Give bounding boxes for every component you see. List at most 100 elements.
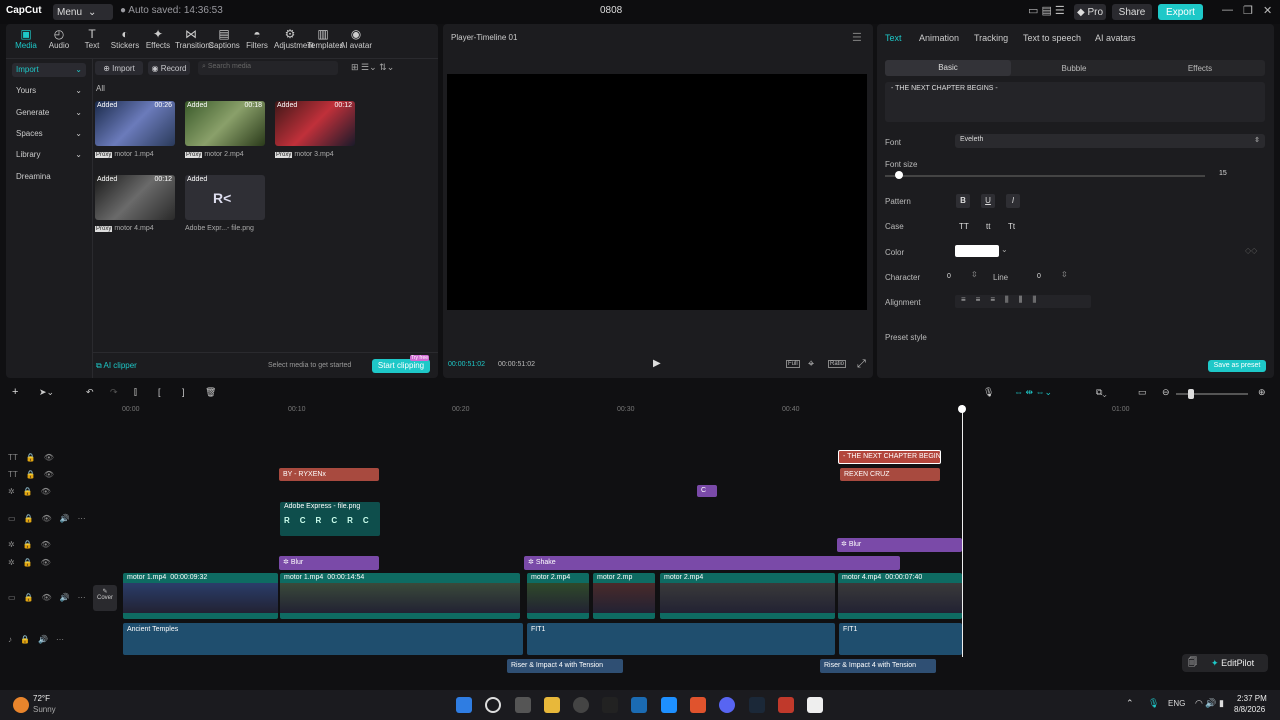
slider-handle[interactable] — [895, 171, 903, 179]
playhead-handle[interactable] — [958, 405, 966, 413]
text-clip-rexen[interactable]: REXEN CRUZ — [840, 468, 940, 481]
sfx-clip-2[interactable]: Riser & Impact 4 with Tension — [820, 659, 936, 673]
export-button[interactable]: Export — [1158, 4, 1203, 20]
sfx-clip-1[interactable]: Riser & Impact 4 with Tension — [507, 659, 623, 673]
select-tool-icon[interactable]: ➤⌄ — [39, 387, 54, 398]
subtab-effects[interactable]: Effects — [1137, 64, 1263, 73]
share-button[interactable]: Share — [1112, 4, 1152, 20]
video-preview[interactable] — [447, 74, 867, 310]
delete-icon[interactable]: 🗑 — [205, 387, 216, 398]
snap-icon[interactable]: ⧉⌄ — [1096, 387, 1107, 398]
search-input[interactable]: ⌕ Search media — [198, 61, 338, 75]
font-select[interactable]: Eveleth ⇳ — [955, 134, 1265, 148]
tab-tracking[interactable]: Tracking — [974, 33, 1008, 43]
track-controls-main[interactable]: ▭ 🔒 👁 🔊 ⋯ — [8, 593, 86, 602]
zoom-out-icon[interactable]: ⊖ — [1162, 387, 1170, 398]
tool-ai-avatar[interactable]: ◉ AI avatar — [340, 28, 372, 51]
alignment-group[interactable]: ≡≡≡⫼⫼⫼ — [955, 295, 1091, 308]
play-icon[interactable]: ▶ — [653, 358, 661, 369]
start-clipping-button[interactable]: Start clipping — [372, 359, 430, 373]
full-button[interactable]: Full — [786, 360, 800, 368]
preview-icon[interactable]: ▭ — [1138, 387, 1147, 398]
undo-icon[interactable]: ↶ — [86, 387, 94, 398]
tool-captions[interactable]: ▤ Captions — [208, 28, 240, 51]
menu-button[interactable]: Menu ⌄ — [53, 4, 113, 20]
import-button[interactable]: ⊕ Import — [95, 61, 143, 75]
tool-audio[interactable]: ◴ Audio — [43, 28, 75, 51]
video-clip[interactable]: motor 1.mp4 00:00:14:54 — [280, 573, 520, 619]
track-controls-effect2[interactable]: ✲ 🔒 👁 — [8, 558, 51, 567]
updown-icon[interactable]: ⇳ — [971, 270, 978, 279]
subtab-bubble[interactable]: Bubble — [1011, 64, 1137, 73]
filter-all[interactable]: All — [96, 84, 105, 93]
font-size-slider[interactable] — [885, 175, 1205, 177]
close-icon[interactable]: ✕ — [1263, 4, 1272, 17]
tool-text[interactable]: T Text — [76, 28, 108, 51]
tab-animation[interactable]: Animation — [919, 33, 959, 43]
link-icon[interactable]: ⇔ ⇹ ⇔⌄ — [1014, 387, 1052, 398]
tool-adjustment[interactable]: ⚙ Adjustment — [274, 28, 314, 51]
zoom-slider[interactable] — [1176, 393, 1248, 395]
text-clip-title[interactable]: - THE NEXT CHAPTER BEGINS - — [838, 450, 941, 464]
track-controls-text2[interactable]: TT 🔒 👁 — [8, 470, 54, 479]
mic-tray-icon[interactable]: 🎙 — [1148, 698, 1159, 709]
sidebar-item-spaces[interactable]: Spaces ⌄ — [12, 127, 86, 141]
track-controls-audio[interactable]: ♪ 🔒 🔊 ⋯ — [8, 635, 64, 644]
effect-clip-shake[interactable]: ✲ Shake — [524, 556, 900, 570]
sidebar-item-dreamina[interactable]: Dreamina — [12, 170, 86, 184]
tool-effects[interactable]: ✦ Effects — [142, 28, 174, 51]
media-thumb[interactable]: Added 00:12 — [275, 101, 355, 146]
audio-clip-fit1a[interactable]: FIT1 — [527, 623, 835, 655]
crop-icon[interactable]: ⌖ — [808, 358, 814, 371]
character-value[interactable]: 0 — [947, 273, 951, 280]
tool-stickers[interactable]: ◐ Stickers — [109, 28, 141, 51]
lowercase-button[interactable]: tt — [986, 222, 990, 231]
explorer-icon[interactable] — [544, 697, 560, 713]
track-controls-effect1[interactable]: ✲ 🔒 👁 — [8, 540, 51, 549]
steam-icon[interactable] — [631, 697, 647, 713]
taskview-icon[interactable] — [515, 697, 531, 713]
zoom-in-icon[interactable]: ⊕ — [1258, 387, 1266, 398]
restore-icon[interactable]: ❐ — [1243, 4, 1253, 17]
effect-clip-blur2[interactable]: ✲ Blur — [837, 538, 962, 552]
language[interactable]: ENG — [1168, 699, 1185, 708]
sidebar-item-yours[interactable]: Yours ⌄ — [12, 84, 86, 98]
video-clip[interactable]: motor 1.mp4 00:00:09:32 — [123, 573, 278, 619]
record-button[interactable]: ◉ Record — [148, 61, 190, 75]
redo-icon[interactable]: ↷ — [110, 387, 118, 398]
color-swatch[interactable] — [955, 245, 999, 257]
track-controls-image[interactable]: ▭ 🔒 👁 🔊 ⋯ — [8, 514, 86, 523]
search-icon[interactable] — [485, 697, 501, 713]
tab-ai-avatars[interactable]: AI avatars — [1095, 33, 1136, 43]
playhead[interactable] — [962, 405, 963, 657]
steam2-icon[interactable] — [749, 697, 765, 713]
uppercase-button[interactable]: TT — [959, 222, 969, 231]
media-thumb[interactable]: Added R< — [185, 175, 265, 220]
keyframe-icon[interactable]: ◇◇ — [1245, 246, 1257, 255]
app-icon[interactable] — [602, 697, 618, 713]
trim-left-icon[interactable]: [ — [158, 387, 161, 397]
video-clip[interactable]: motor 2.mp — [593, 573, 655, 619]
fullscreen-icon[interactable]: ⤢ — [857, 358, 866, 371]
ratio-button[interactable]: Ratio — [828, 360, 847, 368]
wifi-icon[interactable]: ◠ 🔊 ▮ — [1195, 698, 1224, 709]
line-value[interactable]: 0 — [1037, 273, 1041, 280]
video-clip[interactable]: motor 2.mp4 — [527, 573, 589, 619]
text-clip-by[interactable]: BY - RYXENx — [279, 468, 379, 481]
layout-icon[interactable]: ▭ ▤ ☰ — [1028, 4, 1065, 17]
font-size-value[interactable]: 15 — [1219, 170, 1227, 177]
track-controls-sticker[interactable]: ✲ 🔒 👁 — [8, 487, 51, 496]
store-icon[interactable] — [661, 697, 677, 713]
player-menu-icon[interactable]: ☰ — [852, 31, 862, 44]
minimize-icon[interactable]: — — [1222, 4, 1233, 16]
split-icon[interactable]: ⫿ — [134, 387, 137, 398]
sidebar-item-library[interactable]: Library ⌄ — [12, 148, 86, 162]
media-thumb[interactable]: Added 00:12 — [95, 175, 175, 220]
updown-icon[interactable]: ⇳ — [1061, 270, 1068, 279]
titlecase-button[interactable]: Tt — [1008, 222, 1015, 231]
ai-clipper-label[interactable]: ⧉ AI clipper — [96, 361, 137, 371]
text-input[interactable]: - THE NEXT CHAPTER BEGINS - — [885, 82, 1265, 122]
sticker-clip[interactable]: C — [697, 485, 717, 497]
brave-icon[interactable] — [690, 697, 706, 713]
tool-templates[interactable]: ▥ Templates — [307, 28, 343, 51]
